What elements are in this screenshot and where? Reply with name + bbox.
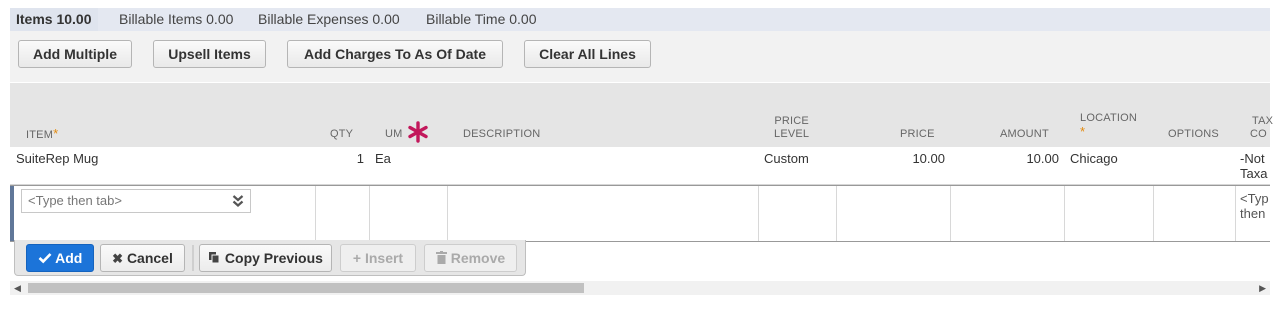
tab-billable-expenses[interactable]: Billable Expenses 0.00 bbox=[258, 8, 400, 31]
column-divider bbox=[315, 186, 316, 241]
tax-code-input[interactable]: <Typ then bbox=[1240, 191, 1269, 221]
col-header-description[interactable]: DESCRIPTION bbox=[463, 128, 540, 141]
copy-icon bbox=[208, 250, 225, 266]
cancel-line-button[interactable]: ✖ Cancel bbox=[100, 244, 185, 272]
upsell-items-button[interactable]: Upsell Items bbox=[153, 40, 266, 68]
cell-amount: 10.00 bbox=[1026, 151, 1059, 166]
cell-qty: 1 bbox=[356, 151, 364, 166]
add-multiple-button[interactable]: Add Multiple bbox=[18, 40, 132, 68]
tab-billable-time[interactable]: Billable Time 0.00 bbox=[426, 8, 537, 31]
double-chevron-down-icon[interactable] bbox=[232, 190, 244, 219]
column-divider bbox=[1064, 186, 1065, 241]
scrollbar-thumb[interactable] bbox=[28, 283, 584, 293]
col-header-location[interactable]: LOCATION * bbox=[1080, 112, 1137, 138]
subtab-bar: Items 10.00 Billable Items 0.00 Billable… bbox=[10, 8, 1270, 31]
column-divider bbox=[758, 186, 759, 241]
column-divider bbox=[1235, 186, 1236, 241]
line-action-bar: Add ✖ Cancel Copy Previous + Insert Remo… bbox=[14, 240, 526, 276]
insert-line-button[interactable]: + Insert bbox=[340, 244, 416, 272]
plus-icon: + bbox=[352, 250, 362, 266]
clear-all-lines-button[interactable]: Clear All Lines bbox=[524, 40, 651, 68]
cell-um: Ea bbox=[375, 151, 391, 166]
col-header-options[interactable]: OPTIONS bbox=[1168, 128, 1219, 141]
remove-line-button[interactable]: Remove bbox=[424, 244, 517, 272]
tab-items[interactable]: Items 10.00 bbox=[10, 8, 98, 31]
col-header-item[interactable]: ITEM* bbox=[26, 127, 58, 142]
tab-billable-items[interactable]: Billable Items 0.00 bbox=[119, 8, 233, 31]
edit-row: <Type then tab> <Typ then bbox=[10, 185, 1270, 242]
column-divider bbox=[836, 186, 837, 241]
column-divider bbox=[1153, 186, 1154, 241]
scroll-right-arrow-icon[interactable]: ▶ bbox=[1259, 281, 1266, 295]
divider bbox=[192, 245, 194, 271]
column-divider bbox=[369, 186, 370, 241]
close-icon: ✖ bbox=[112, 251, 124, 266]
scroll-left-arrow-icon[interactable]: ◀ bbox=[14, 281, 21, 295]
col-header-tax-code[interactable]: TAX CO bbox=[1250, 115, 1273, 141]
copy-previous-button[interactable]: Copy Previous bbox=[199, 244, 332, 272]
asterisk-icon bbox=[408, 121, 428, 143]
checkmark-icon bbox=[38, 250, 55, 266]
cell-tax-code: -Not Taxa bbox=[1240, 151, 1268, 181]
edit-row-indicator bbox=[10, 186, 14, 241]
required-marker: * bbox=[1080, 124, 1086, 139]
add-charges-button[interactable]: Add Charges To As Of Date bbox=[287, 40, 503, 68]
cell-item: SuiteRep Mug bbox=[16, 151, 99, 166]
column-divider bbox=[950, 186, 951, 241]
required-marker: * bbox=[53, 126, 59, 141]
col-header-amount[interactable]: AMOUNT bbox=[1000, 128, 1049, 141]
sublist-toolbar: Add Multiple Upsell Items Add Charges To… bbox=[10, 31, 1270, 82]
cell-price: 10.00 bbox=[912, 151, 945, 166]
table-row[interactable]: SuiteRep Mug 1 Ea Custom 10.00 10.00 Chi… bbox=[10, 148, 1270, 185]
col-header-um[interactable]: UM bbox=[385, 121, 428, 143]
item-input[interactable]: <Type then tab> bbox=[21, 189, 251, 213]
horizontal-scrollbar[interactable]: ◀ ▶ bbox=[10, 281, 1270, 295]
cell-location: Chicago bbox=[1070, 151, 1118, 166]
col-header-qty[interactable]: QTY bbox=[330, 128, 353, 141]
col-header-price-level[interactable]: PRICE LEVEL bbox=[774, 115, 809, 141]
col-header-price[interactable]: PRICE bbox=[900, 128, 935, 141]
trash-icon bbox=[435, 250, 451, 266]
add-line-button[interactable]: Add bbox=[26, 244, 94, 272]
sublist-header: ITEM* QTY UM DESCRIPTION PRICE LEVEL PRI… bbox=[10, 83, 1273, 147]
column-divider bbox=[447, 186, 448, 241]
cell-price-level: Custom bbox=[764, 151, 809, 166]
